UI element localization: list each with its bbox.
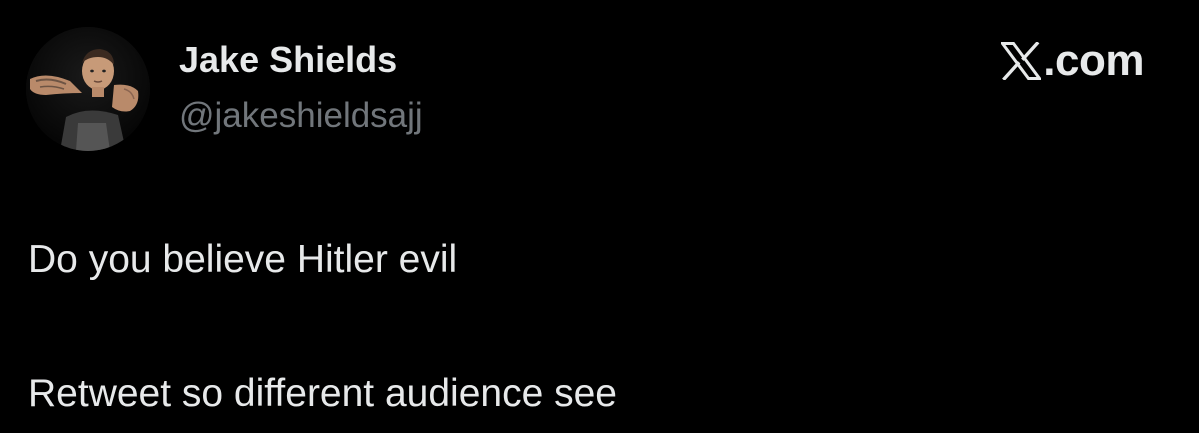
avatar[interactable] (26, 27, 150, 151)
brand-logo: .com (1001, 38, 1144, 84)
post-text-line: Retweet so different audience see (28, 372, 617, 415)
avatar-image (26, 27, 150, 151)
x-logo-icon (1001, 42, 1042, 80)
author-display-name[interactable]: Jake Shields (179, 38, 397, 82)
author-handle[interactable]: @jakeshieldsajj (179, 95, 423, 137)
brand-domain-text: .com (1043, 36, 1144, 85)
post-text-line: Do you believe Hitler evil (28, 238, 458, 281)
post-card: Jake Shields @jakeshieldsajj .com Do you… (0, 0, 1199, 433)
